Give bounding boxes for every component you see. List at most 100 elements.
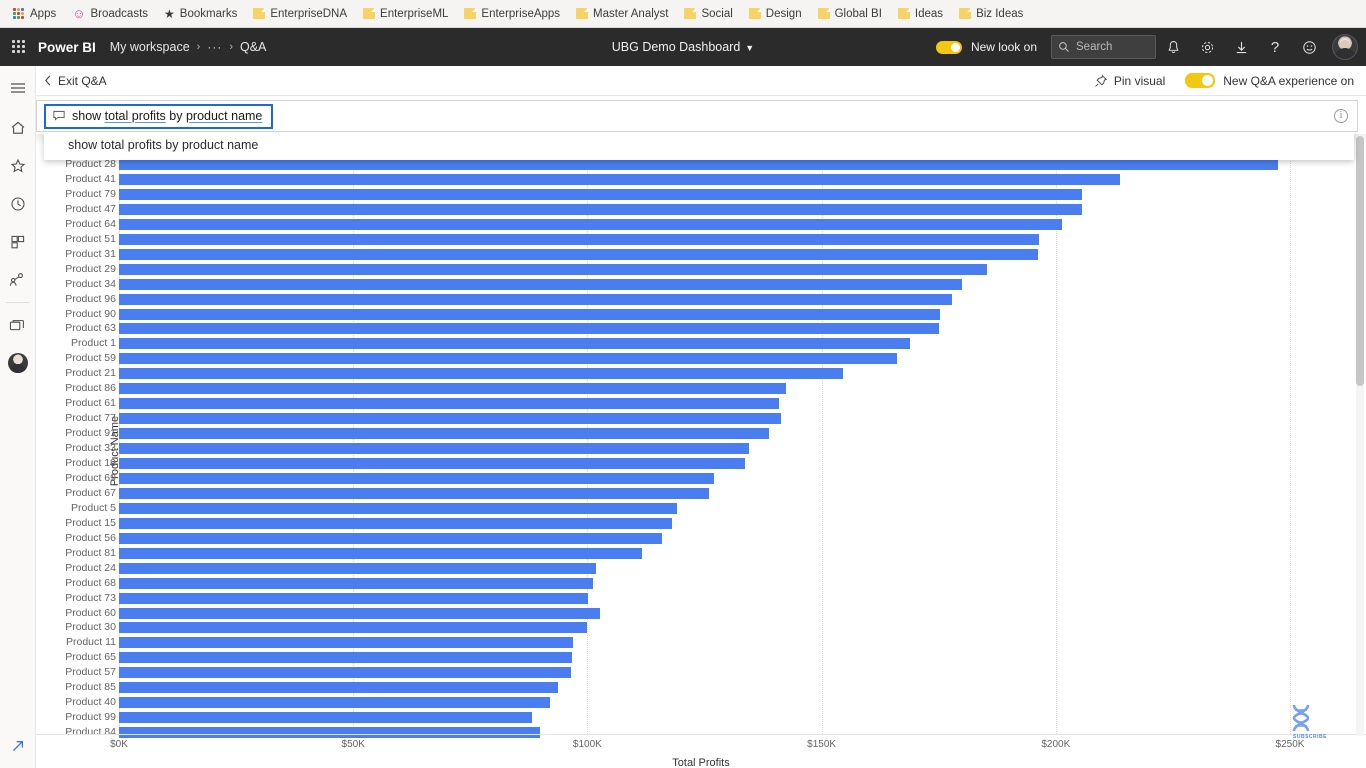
chart-bar[interactable] — [119, 263, 987, 275]
chart-bar[interactable] — [119, 308, 940, 320]
sidebar-item-home[interactable] — [0, 112, 36, 144]
bookmark-enterpriseml[interactable]: EnterpriseML — [356, 6, 455, 22]
bar-category-label: Product 33 — [65, 442, 116, 455]
chart-bar[interactable] — [119, 458, 746, 469]
breadcrumb-workspace[interactable]: My workspace — [110, 40, 190, 54]
qa-query-middle: by — [165, 108, 186, 123]
qa-question-input[interactable]: show total profits by product name i — [36, 100, 1358, 132]
bar-category-label: Product 81 — [65, 546, 116, 559]
bookmark-social[interactable]: Social — [677, 6, 739, 22]
chart-vertical-scrollbar[interactable] — [1356, 136, 1364, 736]
chart-bar[interactable] — [119, 203, 1082, 215]
pin-visual-button[interactable]: Pin visual — [1088, 71, 1171, 91]
bookmark-label: Master Analyst — [593, 7, 669, 20]
bookmark-apps[interactable]: Apps — [6, 6, 63, 22]
bookmark-enterprisedna[interactable]: EnterpriseDNA — [246, 6, 354, 22]
download-icon[interactable] — [1224, 28, 1258, 66]
chart-bar[interactable] — [119, 487, 710, 499]
chart-bar[interactable] — [119, 353, 897, 365]
sidebar-item-my-workspace[interactable] — [0, 347, 36, 379]
bar-category-label: Product 34 — [65, 277, 116, 290]
search-input[interactable]: Search — [1051, 35, 1156, 59]
chart-bar[interactable] — [119, 218, 1062, 230]
chart-bar[interactable] — [119, 637, 574, 649]
help-question-icon[interactable]: ? — [1258, 28, 1292, 66]
chart-bar[interactable] — [119, 562, 597, 574]
user-avatar[interactable] — [1332, 34, 1358, 60]
bookmark-label: EnterpriseApps — [481, 7, 561, 20]
bar-category-label: Product 47 — [65, 202, 116, 215]
chart-bar[interactable] — [119, 622, 588, 634]
chart-bar[interactable] — [119, 233, 1040, 245]
chart-bar[interactable] — [119, 293, 953, 305]
bookmark-broadcasts[interactable]: ☺ Broadcasts — [65, 5, 155, 22]
subscribe-watermark: SUBSCRIBE — [1284, 703, 1336, 740]
sidebar-item-favorites[interactable] — [0, 150, 36, 182]
chart-bar[interactable] — [119, 443, 749, 455]
hamburger-menu-icon[interactable] — [0, 72, 36, 104]
bookmark-ideas[interactable]: Ideas — [891, 6, 950, 22]
chart-bar[interactable] — [119, 173, 1120, 185]
chart-bar[interactable] — [119, 502, 677, 514]
chart-bar[interactable] — [119, 338, 911, 350]
app-launcher-waffle-icon[interactable] — [12, 40, 26, 54]
bar-category-label: Product 56 — [65, 531, 116, 544]
chart-bar[interactable] — [119, 547, 643, 559]
rail-expand-button[interactable] — [0, 730, 36, 762]
settings-gear-icon[interactable] — [1190, 28, 1224, 66]
notifications-bell-icon[interactable] — [1156, 28, 1190, 66]
chart-plot-area: Product 28 Product 41 Product 79 Product 47… — [36, 146, 1366, 739]
new-look-toggle[interactable] — [935, 40, 962, 54]
chart-bar[interactable] — [119, 577, 594, 589]
chart-bar[interactable] — [119, 428, 770, 440]
chart-bar[interactable] — [119, 592, 589, 604]
new-qa-experience-toggle[interactable] — [1185, 73, 1216, 88]
bookmark-label: Global BI — [834, 7, 882, 20]
bar-category-label: Product 59 — [65, 352, 116, 365]
breadcrumb-separator: › — [229, 41, 233, 53]
bookmark-label: Biz Ideas — [976, 7, 1024, 20]
chart-bar[interactable] — [119, 682, 558, 694]
qa-suggestion-item[interactable]: show total profits by product name — [44, 134, 1354, 156]
chart-bar[interactable] — [119, 712, 533, 724]
chart-scrollbar-thumb[interactable] — [1356, 136, 1364, 386]
chart-bar[interactable] — [119, 383, 787, 395]
info-circle-icon[interactable]: i — [1334, 109, 1348, 123]
exit-qa-button[interactable]: Exit Q&A — [36, 71, 115, 91]
chart-bar[interactable] — [119, 517, 672, 529]
chart-bar[interactable] — [119, 248, 1039, 260]
chart-bar[interactable] — [119, 532, 663, 544]
bookmark-label: Bookmarks — [179, 7, 238, 20]
chart-bar[interactable] — [119, 472, 715, 484]
chart-bar[interactable] — [119, 188, 1083, 200]
chart-bar[interactable] — [119, 667, 571, 679]
bookmark-global-bi[interactable]: Global BI — [811, 6, 889, 22]
bookmark-master-analyst[interactable]: Master Analyst — [569, 6, 675, 22]
bookmark-bookmarks[interactable]: ★ Bookmarks — [157, 6, 244, 22]
chart-bar[interactable] — [119, 697, 550, 709]
chart-bar[interactable] — [119, 159, 1279, 170]
sidebar-item-apps[interactable] — [0, 226, 36, 258]
bookmark-enterpriseapps[interactable]: EnterpriseApps — [457, 6, 567, 22]
chart-bar[interactable] — [119, 368, 844, 380]
sidebar-item-workspaces[interactable] — [0, 309, 36, 341]
chart-bar[interactable] — [119, 323, 940, 335]
chart-bar[interactable] — [119, 652, 573, 664]
chart-bar[interactable] — [119, 278, 963, 290]
chart-gridline — [1290, 146, 1291, 734]
bar-category-label: Product 68 — [65, 576, 116, 589]
chart-bar[interactable] — [119, 398, 780, 410]
chevron-down-icon[interactable]: ▼ — [745, 43, 754, 53]
chart-bar[interactable] — [119, 413, 782, 425]
bar-category-label: Product 99 — [65, 711, 116, 724]
qa-query-chip[interactable]: show total profits by product name — [44, 103, 274, 129]
chart-bar[interactable] — [119, 607, 601, 619]
feedback-smiley-icon[interactable] — [1292, 28, 1326, 66]
qa-suggestion-dropdown[interactable]: show total profits by product name — [44, 131, 1354, 160]
breadcrumb-ellipsis[interactable]: ··· — [207, 40, 222, 54]
powerbi-brand-link[interactable]: Power BI — [38, 40, 96, 55]
bookmark-biz-ideas[interactable]: Biz Ideas — [952, 6, 1030, 22]
sidebar-item-shared-with-me[interactable] — [0, 264, 36, 296]
bookmark-design[interactable]: Design — [742, 6, 809, 22]
sidebar-item-recent[interactable] — [0, 188, 36, 220]
